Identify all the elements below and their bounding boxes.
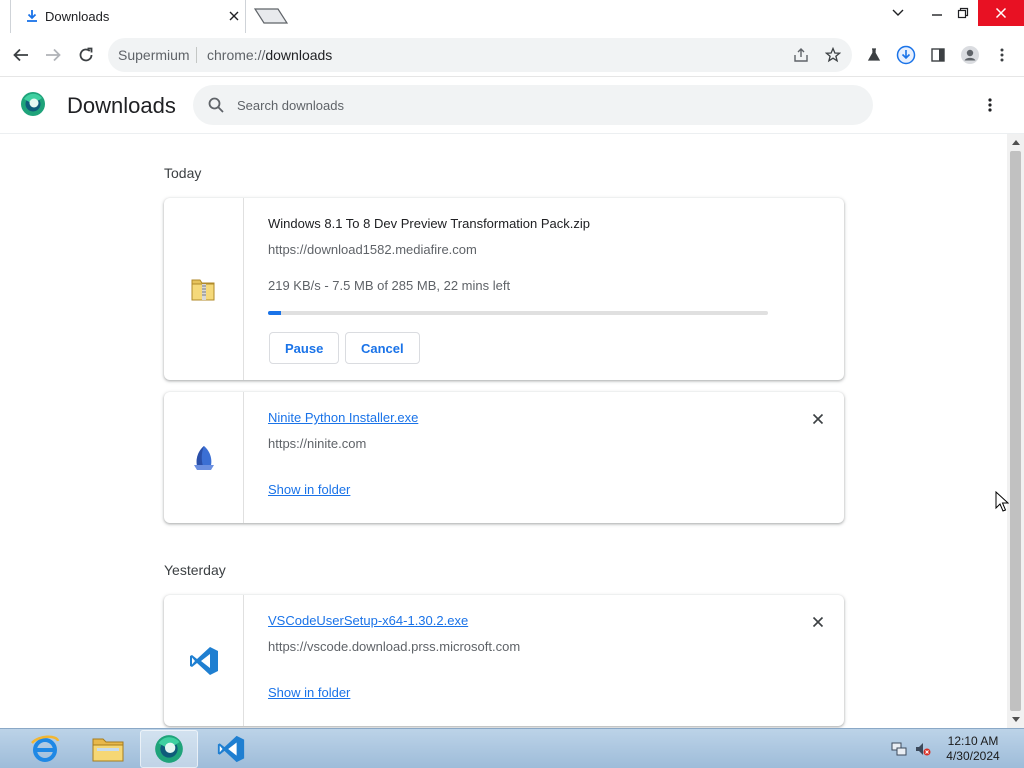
download-item: Windows 8.1 To 8 Dev Preview Transformat… [164,198,844,380]
more-vertical-icon [1000,48,1004,62]
clock-time: 12:10 AM [947,734,999,748]
minimize-icon [932,14,942,16]
omnibox-path: downloads [265,47,333,63]
flask-icon [867,48,881,61]
download-status: 219 KB/s - 7.5 MB of 285 MB, 22 mins lef… [268,278,511,293]
download-progress-fill [268,311,281,315]
browser-menu-button[interactable] [991,44,1013,66]
taskbar-vscode[interactable] [202,730,260,768]
side-panel-button[interactable] [927,44,949,66]
download-circle-icon [896,45,916,65]
downloads-header: Downloads [0,77,1024,134]
download-source-url[interactable]: https://download1582.mediafire.com [268,242,477,257]
zip-folder-icon [191,279,214,301]
taskbar-internet-explorer[interactable] [16,730,74,768]
download-filename: Windows 8.1 To 8 Dev Preview Transformat… [268,216,591,231]
vscode-icon [217,735,245,763]
reload-button[interactable] [75,44,97,66]
omnibox-divider [196,47,197,63]
more-vertical-icon [988,98,992,112]
pause-button[interactable]: Pause [269,332,340,364]
download-item: Ninite Python Installer.exe https://nini… [164,392,844,523]
restore-icon [957,7,969,19]
downloads-button[interactable] [895,44,917,66]
share-icon [794,48,808,62]
download-progress-bar [268,311,768,315]
avatar-icon [961,46,979,64]
windows-taskbar: 12:10 AM 4/30/2024 [0,728,1024,768]
chevron-down-icon [892,9,904,16]
reload-icon [79,47,93,62]
remove-from-list-button[interactable] [810,411,826,427]
volume-muted-icon[interactable] [915,741,931,757]
omnibox-scheme: chrome:// [207,47,266,63]
internet-explorer-icon [31,735,60,762]
page-scrollbar[interactable] [1007,134,1024,728]
scroll-down-button[interactable] [1007,712,1024,728]
bookmark-button[interactable] [822,44,844,66]
supermium-icon [155,735,183,763]
download-source-url[interactable]: https://ninite.com [268,436,366,451]
section-yesterday: Yesterday [164,562,226,578]
back-button[interactable] [10,44,32,66]
address-bar[interactable]: Supermium chrome://downloads [108,38,852,72]
file-icon-column [164,595,244,726]
close-window-button[interactable] [978,0,1024,26]
download-filename-link[interactable]: Ninite Python Installer.exe [268,410,418,425]
triangle-up-icon [1011,140,1020,145]
remove-from-list-button[interactable] [810,614,826,630]
vscode-icon [189,646,218,675]
tab-strip: Downloads [0,0,1024,33]
clock-date: 4/30/2024 [946,749,1000,763]
tab-title: Downloads [45,9,110,24]
omnibox-host: Supermium [118,47,190,63]
taskbar-clock[interactable]: 12:10 AM 4/30/2024 [940,734,1006,764]
omnibox-url: chrome://downloads [207,47,332,63]
download-icon [27,10,37,22]
labs-button[interactable] [863,44,885,66]
side-panel-icon [931,48,945,62]
close-icon [995,7,1007,19]
minimize-button[interactable] [924,0,950,26]
profile-button[interactable] [959,44,981,66]
new-tab-icon[interactable] [254,7,288,25]
section-today: Today [164,165,202,181]
mouse-cursor-icon [995,491,1009,512]
show-in-folder-link[interactable]: Show in folder [268,685,350,700]
file-icon-column [164,198,244,380]
close-icon [812,616,824,628]
restore-button[interactable] [950,0,976,26]
browser-toolbar: Supermium chrome://downloads [0,33,1024,77]
scroll-up-button[interactable] [1007,134,1024,150]
search-icon [208,97,224,113]
share-button[interactable] [790,44,812,66]
file-icon-column [164,392,244,523]
triangle-down-icon [1011,717,1020,722]
page-title: Downloads [67,93,176,118]
tab-search-button[interactable] [884,0,912,26]
arrow-right-icon [46,48,61,62]
tab-close-icon[interactable] [227,9,241,23]
download-filename-link[interactable]: VSCodeUserSetup-x64-1.30.2.exe [268,613,468,628]
supermium-logo-icon [21,92,45,116]
search-input[interactable] [237,85,857,125]
arrow-left-icon [13,48,28,62]
ninite-icon [193,445,214,470]
forward-button[interactable] [42,44,64,66]
download-source-url[interactable]: https://vscode.download.prss.microsoft.c… [268,639,520,654]
close-icon [812,413,824,425]
show-in-folder-link[interactable]: Show in folder [268,482,350,497]
tab-downloads[interactable]: Downloads [10,0,246,33]
taskbar-supermium[interactable] [140,730,198,768]
taskbar-file-explorer[interactable] [79,730,137,768]
network-icon[interactable] [891,741,907,757]
cancel-button[interactable]: Cancel [345,332,420,364]
search-box[interactable] [193,85,873,125]
scroll-thumb[interactable] [1010,151,1021,711]
folder-icon [92,738,124,762]
download-item: VSCodeUserSetup-x64-1.30.2.exe https://v… [164,595,844,726]
star-icon [825,47,841,63]
downloads-more-button[interactable] [980,95,1000,115]
